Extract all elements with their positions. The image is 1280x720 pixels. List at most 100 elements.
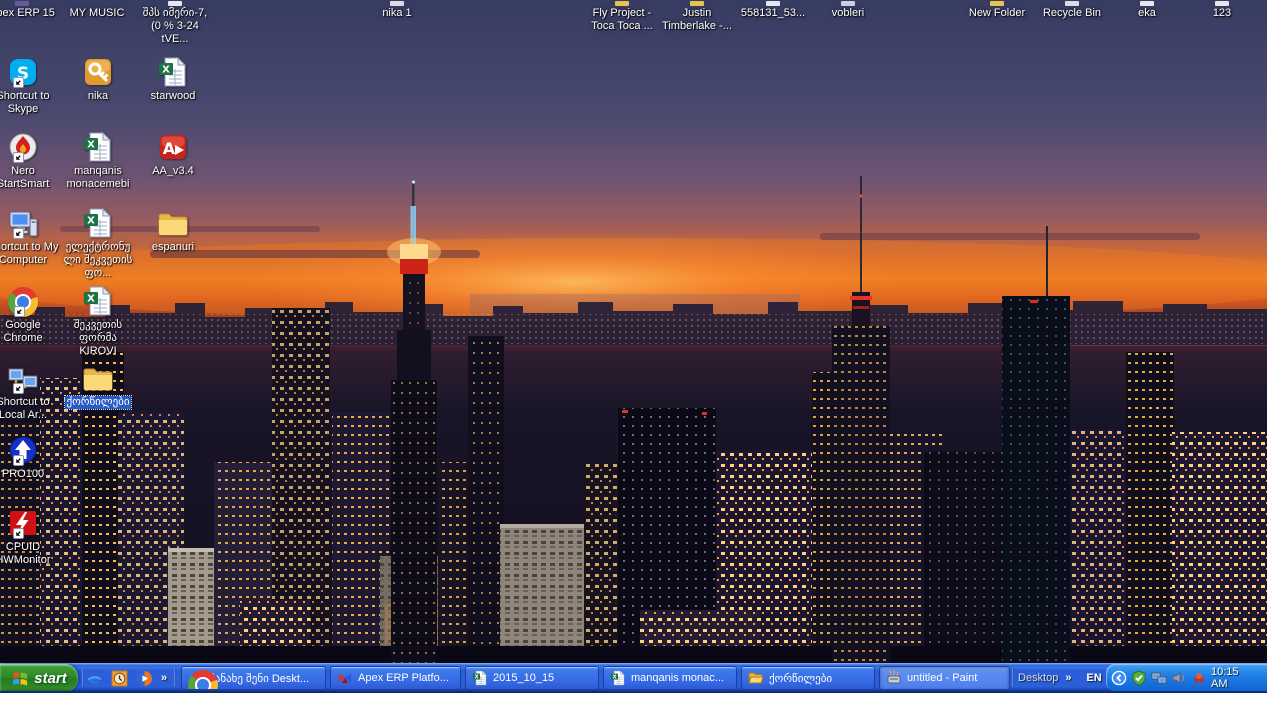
my-computer-icon (7, 203, 39, 239)
tray-network-icon[interactable] (1151, 670, 1167, 686)
tray-volume-icon[interactable] (1171, 670, 1187, 686)
toolbar-grip[interactable] (1012, 668, 1014, 687)
desktop-icon-label: starwood (150, 90, 197, 103)
desktop-icon-7-0-3-24-tve[interactable]: შპს იმერი-7,(0 % 3-24 tVE... (138, 0, 212, 46)
desktop-icon-starwood[interactable]: X starwood (136, 52, 210, 103)
nero-icon (7, 127, 39, 163)
desktop-icon-label: PRO100 (1, 468, 45, 481)
desktop-icon-label: MY MUSIC (69, 7, 126, 20)
desktop-icon-shortcut-to-my-computer[interactable]: Shortcut to My Computer (0, 203, 60, 267)
desktop-icon-eka[interactable]: eka (1110, 0, 1184, 20)
start-button[interactable]: start (0, 664, 78, 692)
icon-slot (766, 0, 780, 6)
task-button-untitled-paint[interactable]: untitled - Paint (879, 666, 1010, 690)
task-button-label: მანახე შენი Deskt... (209, 672, 309, 685)
desktop-icon-shortcut-to-skype[interactable]: S Shortcut to Skype (0, 52, 60, 116)
desktop-icon-item[interactable]: ქორწილები (61, 358, 135, 409)
tray-dialer-icon[interactable] (1191, 670, 1207, 686)
taskbar-clock[interactable]: 10:15 AM (1211, 666, 1267, 690)
excel-icon: X (610, 670, 626, 686)
desktop-icon-shortcut-to-local-ar[interactable]: Shortcut to Local Ar... (0, 358, 60, 422)
cut-off-icon (1215, 1, 1229, 6)
svg-text:X: X (87, 294, 95, 305)
desktop-icon-espanuri[interactable]: espanuri (136, 203, 210, 254)
cut-off-icon (841, 1, 855, 6)
shortcut-arrow-icon (14, 306, 25, 317)
desktop-icon-my-music[interactable]: MY MUSIC (60, 0, 134, 20)
desktop-icon-label: Fly Project - Toca Toca ... (585, 7, 659, 33)
cut-off-icon (690, 1, 704, 6)
task-button-2015-10-15[interactable]: X 2015_10_15 (465, 666, 599, 690)
desktop[interactable]: Apex ERP 15 MY MUSIC შპს იმერი-7,(0 % 3-… (0, 0, 1267, 693)
folder-open-icon (748, 670, 764, 686)
desktop-icon-label: vobleri (831, 7, 865, 20)
desktop-icon-recycle-bin[interactable]: Recycle Bin (1035, 0, 1109, 20)
icon-slot (1140, 0, 1154, 6)
media-player-icon[interactable] (136, 670, 153, 687)
taskbar-bottom-edge (0, 691, 1267, 693)
task-button-item[interactable]: ქორწილები (741, 666, 875, 690)
desktop-icon-google-chrome[interactable]: Google Chrome (0, 281, 60, 345)
language-indicator[interactable]: EN (1082, 664, 1106, 692)
shortcut-arrow-icon (13, 383, 24, 394)
desktop-icon-nika-1[interactable]: nika 1 (360, 0, 434, 20)
desktop-icon-apex-erp-15[interactable]: Apex ERP 15 (0, 0, 59, 20)
task-button-manqanis-monac[interactable]: X manqanis monac... (603, 666, 737, 690)
svg-text:e: e (90, 671, 99, 687)
tray-security-check-icon[interactable] (1131, 670, 1147, 686)
excel-icon: X (82, 127, 114, 163)
clock-app-icon[interactable] (111, 670, 128, 687)
desktop-icon-cpuid-hwmonitor[interactable]: CPUID HWMonitor (0, 503, 60, 567)
desktop-toolbar-label[interactable]: Desktop (1018, 672, 1058, 684)
desktop-icon-justin-timberlake[interactable]: Justin Timberlake -... (660, 0, 734, 33)
desktop-icon-label: ქორწილები (65, 396, 130, 409)
desktop-icon-label: nika 1 (381, 7, 412, 20)
icon-slot (841, 0, 855, 6)
icon-slot (168, 0, 182, 6)
desktop-icon-pro100[interactable]: PRO100 (0, 430, 60, 481)
folder-icon (157, 203, 189, 239)
excel-icon: X (82, 281, 114, 317)
task-button-deskt[interactable]: მანახე შენი Deskt... (181, 666, 326, 690)
desktop-icon-aa-v3-4[interactable]: A AA_v3.4 (136, 127, 210, 178)
toolbar-overflow-chevron[interactable]: » (1065, 672, 1071, 684)
desktop-icon-label: ელექტრონული შეკვეთის ფო... (61, 241, 135, 280)
paint-icon (886, 670, 902, 686)
svg-text:A: A (163, 139, 176, 158)
quick-launch-grip[interactable] (82, 668, 84, 687)
desktop-icon-fly-project-toca-toca[interactable]: Fly Project - Toca Toca ... (585, 0, 659, 33)
svg-text:X: X (613, 674, 617, 680)
skype-icon: S (7, 52, 39, 88)
desktop-icon-nero-startsmart[interactable]: Nero StartSmart (0, 127, 60, 191)
cpuid-icon (7, 503, 39, 539)
shortcut-arrow-icon (13, 77, 24, 88)
network-icon (7, 358, 39, 394)
desktop-icon-123[interactable]: 123 (1185, 0, 1259, 20)
task-button-label: manqanis monac... (631, 672, 724, 684)
tasks-grip[interactable] (174, 668, 176, 687)
icon-slot (1065, 0, 1079, 6)
cut-off-icon (15, 1, 29, 6)
desktop-icon-nika[interactable]: nika (61, 52, 135, 103)
desktop-icon-item[interactable]: X ელექტრონული შეკვეთის ფო... (61, 203, 135, 280)
task-button-label: ქორწილები (769, 672, 832, 685)
tray-hide-icons-icon[interactable] (1111, 670, 1127, 686)
quick-launch-overflow-chevron[interactable]: » (161, 672, 167, 684)
desktop-icon-new-folder[interactable]: New Folder (960, 0, 1034, 20)
task-button-apex-erp-platfo[interactable]: Apex ERP Platfo... (330, 666, 461, 690)
desktop-icon-vobleri[interactable]: vobleri (811, 0, 885, 20)
desktop-icon-kirovi[interactable]: X შეკვეთის ფორმა KIROVI (61, 281, 135, 358)
shortcut-arrow-icon (13, 528, 24, 539)
desktop-icon-label: 123 (1212, 7, 1232, 20)
desktop-icon-manqanis-monacemebi[interactable]: X manqanis monacemebi (61, 127, 135, 191)
desktop-icon-label: შპს იმერი-7,(0 % 3-24 tVE... (138, 7, 212, 46)
tray-icons (1111, 670, 1207, 686)
desktop-icon-label: 558131_53... (740, 7, 806, 20)
internet-explorer-icon[interactable]: e (86, 670, 103, 687)
desktop-icon-558131-53[interactable]: 558131_53... (736, 0, 810, 20)
windows-flag-icon (11, 669, 30, 688)
icon-slot (390, 0, 404, 6)
svg-text:X: X (87, 140, 95, 151)
desktop-icon-label: Recycle Bin (1042, 7, 1102, 20)
chrome-icon (188, 670, 204, 686)
